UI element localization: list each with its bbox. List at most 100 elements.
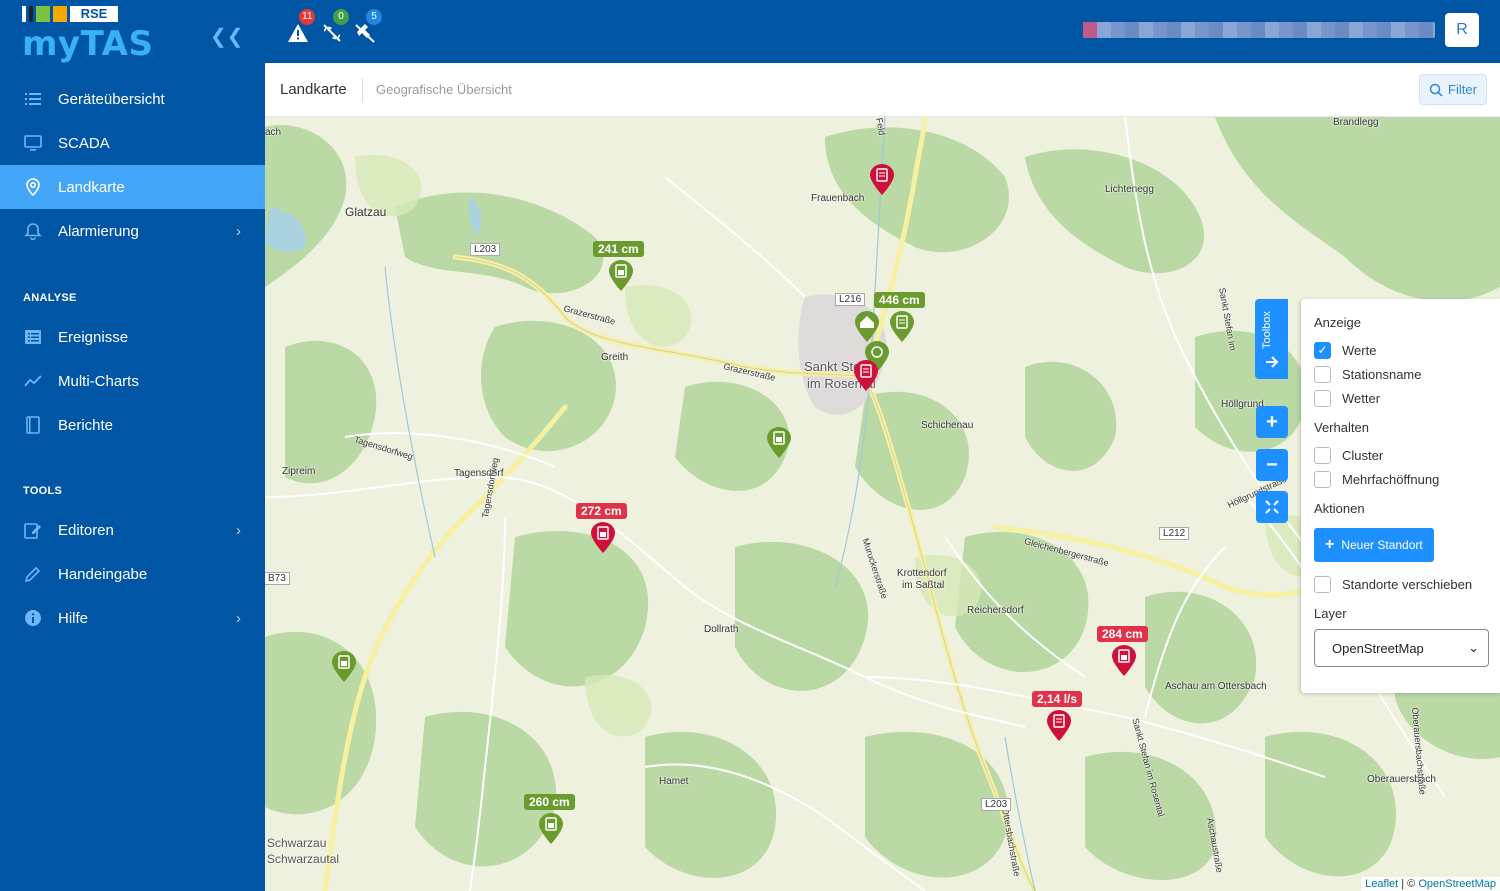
brand-logo[interactable]: RSE myTAS bbox=[22, 6, 153, 64]
section-header-tools: TOOLS bbox=[23, 485, 63, 497]
sidebar-item-geraeteuebersicht[interactable]: Geräteübersicht bbox=[0, 77, 265, 121]
sidebar-item-label: Handeingabe bbox=[58, 565, 148, 583]
openstreetmap-link[interactable]: OpenStreetMap bbox=[1418, 878, 1496, 890]
connection-alert[interactable]: 0 bbox=[321, 9, 349, 46]
map-canvas[interactable]: Brandlegg Frauenbach Lichtenegg Glatzau … bbox=[265, 117, 1500, 891]
layer-select-value: OpenStreetMap bbox=[1332, 640, 1424, 656]
map-place-label: Lichtenegg bbox=[1105, 184, 1154, 195]
option-label: Wetter bbox=[1342, 390, 1381, 406]
compress-icon bbox=[1265, 500, 1279, 514]
map-place-label: Greith bbox=[601, 352, 629, 363]
station-marker-ok[interactable] bbox=[538, 813, 564, 845]
list-icon bbox=[0, 90, 58, 108]
station-marker-alarm[interactable] bbox=[1046, 710, 1072, 742]
alert-count-badge: 11 bbox=[299, 9, 316, 25]
pencil-icon bbox=[0, 565, 58, 583]
station-marker-ok[interactable] bbox=[766, 427, 792, 459]
avatar[interactable]: R bbox=[1445, 13, 1479, 47]
station-value-label[interactable]: 241 cm bbox=[593, 241, 644, 257]
warnings-alert[interactable]: 11 bbox=[287, 9, 316, 46]
sidebar-item-label: Landkarte bbox=[58, 178, 125, 196]
station-value-label[interactable]: 260 cm bbox=[524, 794, 575, 810]
map-place-label: Schwarzautal bbox=[267, 852, 340, 866]
top-bar: 11 0 5 R bbox=[265, 0, 1500, 63]
checkbox[interactable] bbox=[1314, 365, 1331, 383]
layer-select[interactable]: OpenStreetMap ⌄ bbox=[1314, 629, 1489, 667]
sidebar-item-scada[interactable]: SCADA bbox=[0, 121, 265, 165]
checkbox[interactable] bbox=[1314, 389, 1331, 407]
sidebar-item-handeingabe[interactable]: Handeingabe bbox=[0, 552, 265, 596]
chevron-down-icon: ⌄ bbox=[1468, 640, 1479, 655]
station-marker-ok[interactable] bbox=[889, 311, 915, 343]
zoom-in-button[interactable]: + bbox=[1256, 406, 1288, 438]
sidebar-item-ereignisse[interactable]: Ereignisse bbox=[0, 315, 265, 359]
collapse-sidebar-button[interactable]: ❮❮ bbox=[210, 24, 244, 49]
sidebar-item-label: Hilfe bbox=[58, 609, 89, 627]
toolbox-panel: Anzeige ✓ Werte Stationsname Wetter Verha… bbox=[1301, 299, 1500, 693]
option-stationsname[interactable]: Stationsname bbox=[1314, 362, 1487, 386]
station-marker-alarm[interactable] bbox=[853, 360, 879, 392]
toolbox-label: Toolbox bbox=[1261, 311, 1273, 349]
panel-section-verhalten: Verhalten bbox=[1314, 420, 1369, 435]
sidebar-item-hilfe[interactable]: Hilfe › bbox=[0, 596, 265, 640]
station-marker-alarm[interactable] bbox=[1111, 645, 1137, 677]
option-label: Cluster bbox=[1342, 447, 1384, 463]
station-value-label[interactable]: 2,14 l/s bbox=[1032, 691, 1083, 707]
checkbox[interactable] bbox=[1314, 575, 1331, 593]
button-label: Neuer Standort bbox=[1341, 538, 1423, 552]
station-marker-alarm[interactable] bbox=[869, 164, 895, 196]
info-icon bbox=[0, 609, 58, 627]
option-mehrfachoeffnung[interactable]: Mehrfachöffnung bbox=[1314, 467, 1487, 491]
sidebar-item-label: SCADA bbox=[58, 134, 110, 152]
logo-text: RSE bbox=[70, 6, 118, 22]
checkbox[interactable] bbox=[1314, 470, 1331, 488]
signal-alert[interactable]: 5 bbox=[354, 9, 382, 46]
station-marker-ok[interactable] bbox=[331, 651, 357, 683]
option-werte[interactable]: ✓ Werte bbox=[1314, 338, 1487, 362]
map-place-label: Schwarzau bbox=[267, 836, 327, 850]
zoom-out-button[interactable]: − bbox=[1256, 449, 1288, 481]
editor-icon bbox=[0, 521, 58, 539]
station-value-label[interactable]: 284 cm bbox=[1097, 626, 1148, 642]
chevron-right-icon: › bbox=[236, 609, 241, 627]
station-marker-ok[interactable] bbox=[608, 260, 634, 292]
monitor-icon bbox=[0, 134, 58, 152]
station-marker-alarm[interactable] bbox=[590, 522, 616, 554]
map-attribution: Leaflet | © OpenStreetMap bbox=[1361, 877, 1500, 891]
road-number-tag: L203 bbox=[981, 798, 1012, 811]
option-standorte-verschieben[interactable]: Standorte verschieben bbox=[1314, 572, 1487, 596]
map-place-label: Brandlegg bbox=[1333, 117, 1379, 128]
panel-section-layer: Layer bbox=[1314, 606, 1347, 621]
alert-count-badge: 0 bbox=[333, 9, 349, 25]
leaflet-link[interactable]: Leaflet bbox=[1365, 878, 1398, 890]
panel-section-anzeige: Anzeige bbox=[1314, 315, 1361, 330]
map-place-label: Zipreim bbox=[282, 466, 316, 477]
station-marker-ok[interactable] bbox=[854, 311, 880, 343]
sidebar-item-label: Berichte bbox=[58, 416, 114, 434]
new-location-button[interactable]: + Neuer Standort bbox=[1314, 528, 1434, 562]
map-place-label: Krottendorf bbox=[897, 568, 947, 579]
option-cluster[interactable]: Cluster bbox=[1314, 443, 1487, 467]
station-value-label[interactable]: 272 cm bbox=[576, 503, 627, 519]
option-label: Standorte verschieben bbox=[1342, 576, 1473, 592]
sidebar-item-landkarte[interactable]: Landkarte bbox=[0, 165, 265, 209]
minus-icon: − bbox=[1266, 453, 1278, 476]
filter-button[interactable]: Filter bbox=[1419, 74, 1487, 105]
sidebar-item-alarmierung[interactable]: Alarmierung › bbox=[0, 209, 265, 253]
map-place-label: Aschau am Ottersbach bbox=[1165, 681, 1267, 692]
checkbox-checked-icon[interactable]: ✓ bbox=[1314, 341, 1331, 359]
checkbox[interactable] bbox=[1314, 446, 1331, 464]
sidebar-item-label: Ereignisse bbox=[58, 328, 129, 346]
user-name-redacted bbox=[1083, 22, 1435, 38]
station-value-label[interactable]: 446 cm bbox=[874, 292, 925, 308]
section-header-analyse: ANALYSE bbox=[23, 292, 77, 304]
fit-bounds-button[interactable] bbox=[1256, 491, 1288, 523]
sidebar-item-berichte[interactable]: Berichte bbox=[0, 403, 265, 447]
sidebar-item-editoren[interactable]: Editoren › bbox=[0, 508, 265, 552]
arrow-right-icon bbox=[1266, 356, 1279, 368]
option-wetter[interactable]: Wetter bbox=[1314, 386, 1487, 410]
plus-icon: + bbox=[1325, 536, 1335, 553]
sidebar-item-multi-charts[interactable]: Multi-Charts bbox=[0, 359, 265, 403]
map-place-label: im Saßtal bbox=[902, 580, 945, 591]
toolbox-toggle-button[interactable]: Toolbox bbox=[1255, 299, 1288, 379]
